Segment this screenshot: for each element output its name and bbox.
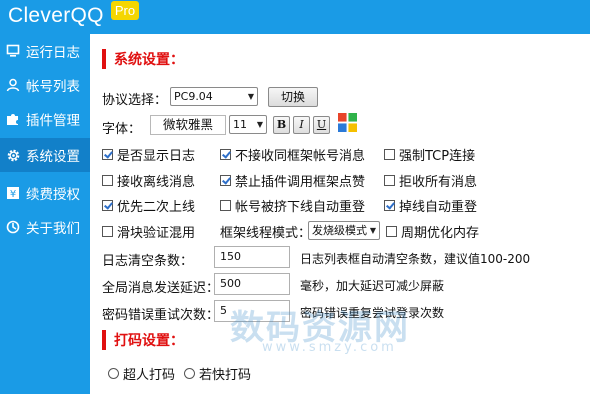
checkbox-label: 周期优化内存 xyxy=(401,226,480,241)
retry-input[interactable]: 5 xyxy=(214,300,290,322)
offline-msg-checkbox[interactable]: 接收离线消息 xyxy=(102,171,195,190)
kicked-relogin-checkbox[interactable]: 帐号被挤下线自动重登 xyxy=(220,196,365,215)
sidebar-item-run-log[interactable]: 运行日志 xyxy=(0,34,90,68)
checkbox-label: 优先二次上线 xyxy=(117,200,196,215)
font-label: 字体： xyxy=(102,122,142,137)
sidebar-item-label: 系统设置 xyxy=(26,149,80,165)
chevron-down-icon: ▼ xyxy=(369,226,376,235)
sidebar-item-label: 运行日志 xyxy=(26,45,80,61)
checkbox-box xyxy=(102,149,113,160)
checkbox-label: 禁止插件调用框架点赞 xyxy=(235,175,366,190)
captcha-option-superman[interactable]: 超人打码 xyxy=(108,364,175,383)
checkbox-label: 拒收所有消息 xyxy=(399,175,478,190)
settings-panel: 系统设置： 协议选择： PC9.04 ▼ 切换 字体： 微软雅黑 11 ▼ B … xyxy=(90,34,590,394)
log-clear-label: 日志清空条数： xyxy=(102,254,194,269)
force-tcp-checkbox[interactable]: 强制TCP连接 xyxy=(384,145,475,164)
radio-label: 若快打码 xyxy=(199,368,252,383)
yen-icon: ¥ xyxy=(0,186,26,200)
checkbox-label: 不接收同框架帐号消息 xyxy=(235,149,366,164)
pro-badge: Pro xyxy=(111,1,139,20)
section-marker xyxy=(102,330,106,350)
italic-button[interactable]: I xyxy=(293,116,310,134)
checkbox-box xyxy=(386,226,397,237)
slider-captcha-checkbox[interactable]: 滑块验证混用 xyxy=(102,222,195,241)
retry-label: 密码错误重试次数： xyxy=(102,308,220,323)
delay-label: 全局消息发送延迟： xyxy=(102,281,220,296)
radio-circle xyxy=(108,368,119,379)
user-icon xyxy=(0,78,26,92)
bold-button[interactable]: B xyxy=(273,116,290,134)
protocol-select[interactable]: PC9.04 ▼ xyxy=(170,87,258,106)
font-size-select[interactable]: 11 ▼ xyxy=(229,115,267,134)
checkbox-label: 接收离线消息 xyxy=(117,175,196,190)
delay-input[interactable]: 500 xyxy=(214,273,290,295)
checkbox-box xyxy=(384,149,395,160)
thread-mode-select[interactable]: 发烧级模式 ▼ xyxy=(308,221,380,240)
color-picker-icon[interactable] xyxy=(338,113,357,132)
section-title: 系统设置： xyxy=(114,52,184,68)
checkbox-label: 滑块验证混用 xyxy=(117,226,196,241)
switch-button[interactable]: 切换 xyxy=(268,87,318,107)
thread-mode-label: 框架线程模式： xyxy=(220,226,312,241)
thread-mode-value: 发烧级模式 xyxy=(312,224,367,237)
info-icon xyxy=(0,220,26,234)
sidebar-item-label: 续费授权 xyxy=(26,187,80,203)
retry-hint: 密码错误重复尝试登录次数 xyxy=(300,306,445,320)
checkbox-box xyxy=(220,200,231,211)
chevron-down-icon: ▼ xyxy=(247,92,254,101)
log-clear-hint: 日志列表框自动清空条数，建议值100-200 xyxy=(300,252,531,266)
protocol-label: 协议选择： xyxy=(102,93,168,108)
sidebar-item-label: 关于我们 xyxy=(26,221,80,237)
sidebar-item-label: 帐号列表 xyxy=(26,79,80,95)
reject-all-checkbox[interactable]: 拒收所有消息 xyxy=(384,171,477,190)
sidebar-item-accounts[interactable]: 帐号列表 xyxy=(0,68,90,102)
radio-circle xyxy=(184,368,195,379)
show-log-checkbox[interactable]: 是否显示日志 xyxy=(102,145,195,164)
checkbox-label: 掉线自动重登 xyxy=(399,200,478,215)
section-marker xyxy=(102,49,106,69)
underline-button[interactable]: U xyxy=(313,116,330,134)
radio-label: 超人打码 xyxy=(123,368,176,383)
gear-icon xyxy=(0,148,26,163)
optimize-memory-checkbox[interactable]: 周期优化内存 xyxy=(386,222,479,241)
app-title: CleverQQ xyxy=(8,4,104,27)
font-name-field[interactable]: 微软雅黑 xyxy=(150,115,226,135)
captcha-option-ruokuai[interactable]: 若快打码 xyxy=(184,364,251,383)
checkbox-box xyxy=(102,200,113,211)
checkbox-box xyxy=(102,226,113,237)
sidebar-item-label: 插件管理 xyxy=(26,113,80,129)
checkbox-label: 强制TCP连接 xyxy=(399,149,476,164)
checkbox-box xyxy=(220,175,231,186)
sidebar-item-about[interactable]: 关于我们 xyxy=(0,210,90,244)
checkbox-label: 是否显示日志 xyxy=(117,149,196,164)
captcha-settings-header: 打码设置： xyxy=(102,330,184,350)
delay-hint: 毫秒，加大延迟可减少屏蔽 xyxy=(300,279,445,293)
font-size-value: 11 xyxy=(233,118,247,131)
priority-relogin-checkbox[interactable]: 优先二次上线 xyxy=(102,196,195,215)
system-settings-header: 系统设置： xyxy=(102,49,184,69)
puzzle-icon xyxy=(0,112,26,126)
sidebar: 运行日志 帐号列表 插件管理 系统设置 ¥ 续费授权 关于我们 xyxy=(0,34,90,394)
checkbox-box xyxy=(220,149,231,160)
log-clear-input[interactable]: 150 xyxy=(214,246,290,268)
checkbox-box xyxy=(102,175,113,186)
protocol-value: PC9.04 xyxy=(174,90,213,103)
sidebar-item-renew[interactable]: ¥ 续费授权 xyxy=(0,176,90,210)
sidebar-item-settings[interactable]: 系统设置 xyxy=(0,138,90,172)
sidebar-item-plugins[interactable]: 插件管理 xyxy=(0,102,90,136)
section-title: 打码设置： xyxy=(114,333,184,349)
svg-text:¥: ¥ xyxy=(10,189,16,200)
auto-reconnect-checkbox[interactable]: 掉线自动重登 xyxy=(384,196,477,215)
checkbox-box xyxy=(384,200,395,211)
ignore-same-frame-checkbox[interactable]: 不接收同框架帐号消息 xyxy=(220,145,365,164)
block-plugin-like-checkbox[interactable]: 禁止插件调用框架点赞 xyxy=(220,171,365,190)
checkbox-box xyxy=(384,175,395,186)
monitor-icon xyxy=(0,44,26,58)
checkbox-label: 帐号被挤下线自动重登 xyxy=(235,200,366,215)
title-bar: CleverQQ Pro xyxy=(0,0,590,34)
chevron-down-icon: ▼ xyxy=(256,120,263,129)
